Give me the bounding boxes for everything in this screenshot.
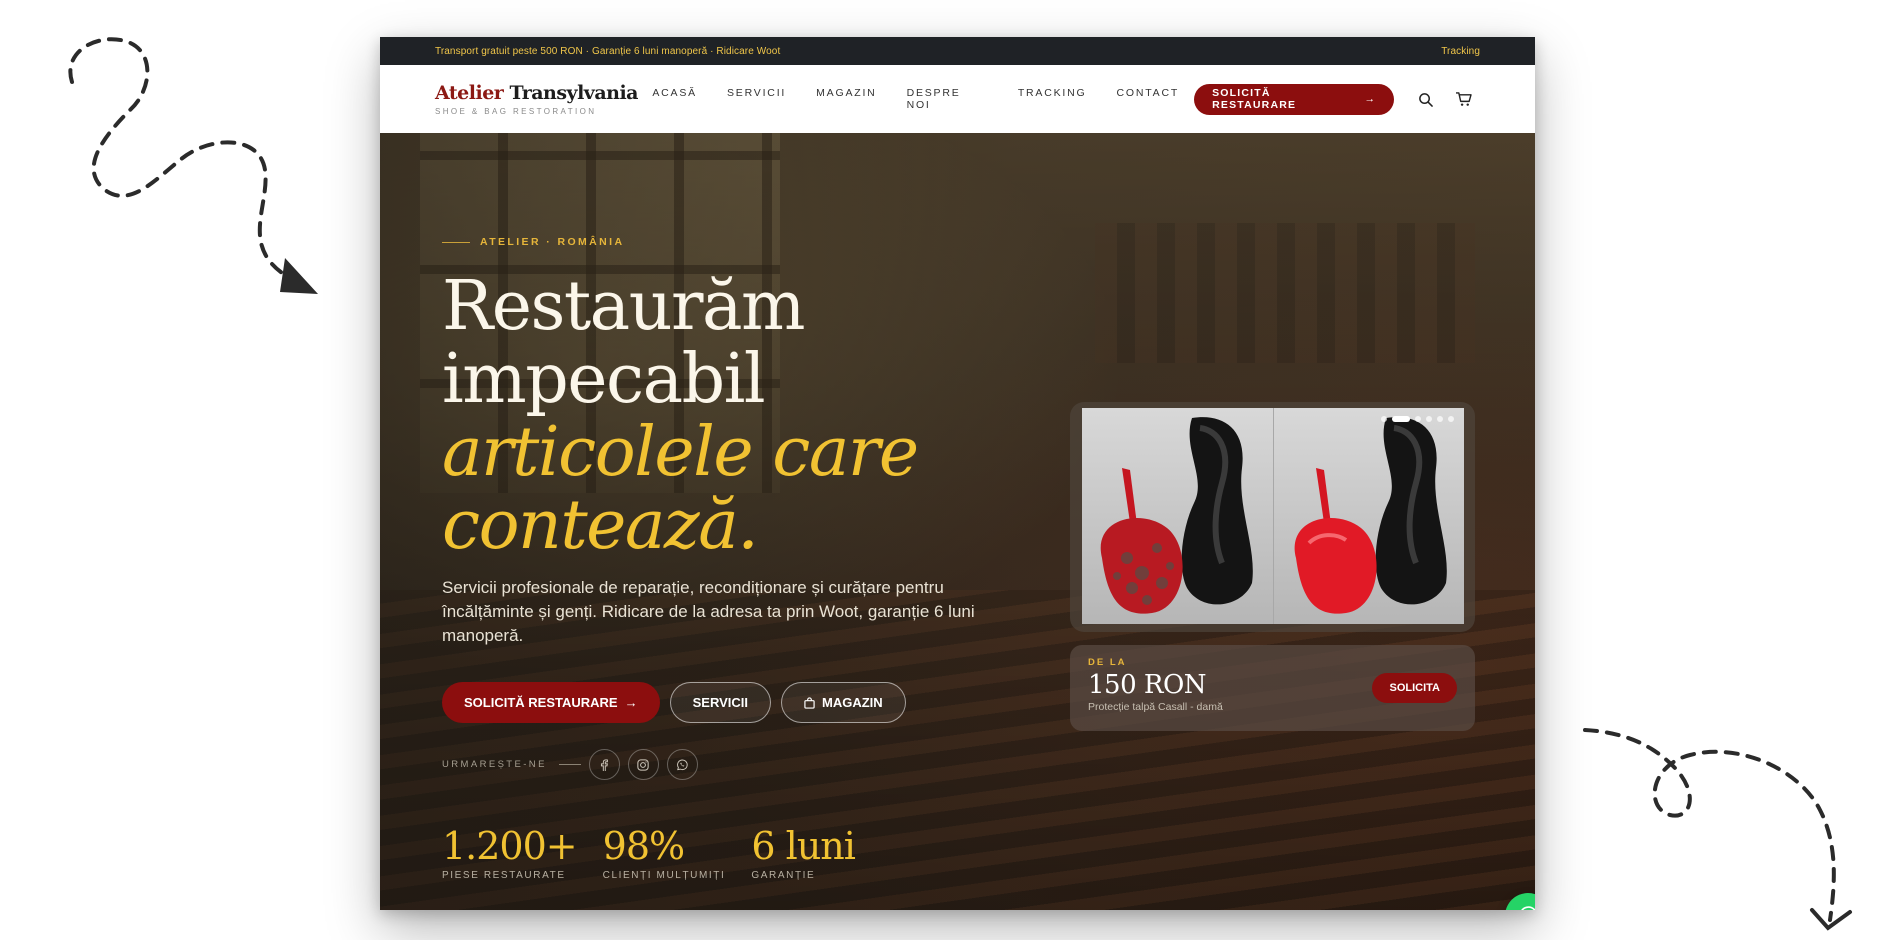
request-restoration-button-header[interactable]: SOLICITĂ RESTAURARE →	[1194, 83, 1395, 115]
services-button[interactable]: SERVICII	[669, 682, 771, 723]
price-card: DE LA 150 RON Protecție talpă Casall - d…	[1070, 645, 1475, 731]
nav-item-contact[interactable]: CONTACT	[1101, 87, 1194, 111]
carousel-dot[interactable]	[1415, 416, 1421, 422]
carousel-dot[interactable]	[1426, 416, 1432, 422]
kicker-text: ATELIER · ROMÂNIA	[480, 236, 625, 248]
arrow-right-icon: →	[624, 695, 638, 710]
carousel-dot[interactable]	[1448, 416, 1454, 422]
cart-icon	[1455, 91, 1472, 106]
restored-red-sole-heels-illustration	[1294, 417, 1447, 614]
product-gallery-card[interactable]	[1070, 402, 1475, 632]
kicker-line	[442, 241, 470, 243]
website-frame: Transport gratuit peste 500 RON · Garanț…	[380, 37, 1535, 910]
carousel-dot-active[interactable]	[1392, 416, 1410, 422]
hero-section: ATELIER · ROMÂNIA Restaurăm impecabil ar…	[380, 133, 1535, 910]
site-header: Atelier Transylvania SHOE & BAG RESTORAT…	[380, 65, 1535, 133]
tracking-link[interactable]: Tracking	[1441, 46, 1480, 57]
hero-description: Servicii profesionale de reparație, reco…	[442, 578, 975, 645]
stat-item: 6 luni GARANȚIE	[751, 824, 856, 881]
facebook-icon	[601, 758, 609, 771]
red-sole-heels-illustration	[1100, 417, 1253, 614]
logo-tagline: SHOE & BAG RESTORATION	[435, 107, 597, 116]
hero-title-line-4: contează.	[442, 486, 759, 565]
site-logo[interactable]: Atelier Transylvania SHOE & BAG RESTORAT…	[435, 82, 664, 116]
stat-value: 1.200+	[442, 824, 578, 868]
stat-item: 1.200+ PIESE RESTAURATE	[442, 824, 578, 881]
cart-button[interactable]	[1446, 82, 1480, 116]
screenshot-stage: Transport gratuit peste 500 RON · Garanț…	[0, 0, 1897, 940]
stat-value: 98%	[602, 824, 685, 868]
whatsapp-icon	[1521, 906, 1535, 910]
carousel-dot[interactable]	[1381, 416, 1387, 422]
before-shoes-image	[1082, 408, 1273, 624]
hero-title-line-1: Restaurăm	[442, 267, 806, 346]
nav-item-servicii[interactable]: SERVICII	[712, 87, 801, 111]
nav-item-tracking[interactable]: TRACKING	[1003, 87, 1102, 111]
request-restoration-button[interactable]: SOLICITĂ RESTAURARE →	[442, 682, 660, 723]
logo-main-word: Transylvania	[509, 82, 638, 104]
whatsapp-icon	[677, 759, 688, 770]
request-service-button[interactable]: SOLICITA	[1372, 673, 1457, 703]
whatsapp-link[interactable]	[666, 749, 698, 780]
nav-item-despre-noi[interactable]: DESPRE NOI	[892, 87, 1003, 111]
announcement-text: Transport gratuit peste 500 RON · Garanț…	[435, 45, 781, 57]
carousel-dot[interactable]	[1437, 416, 1443, 422]
stat-label: GARANȚIE	[751, 870, 816, 881]
hero-title-line-2: impecabil	[442, 340, 766, 419]
hero-title: Restaurăm impecabil articolele care cont…	[442, 270, 1062, 562]
social-label: URMAREȘTE-NE	[442, 759, 547, 770]
stat-value: 6 luni	[751, 824, 856, 868]
services-button-label: SERVICII	[692, 695, 748, 710]
after-shoes-image	[1272, 408, 1464, 624]
hero-title-line-3: articolele care	[442, 413, 919, 492]
facebook-link[interactable]	[588, 749, 620, 780]
main-nav: ACASĂ SERVICII MAGAZIN DESPRE NOI TRACKI…	[646, 87, 1194, 111]
search-icon	[1418, 92, 1433, 107]
stat-item: 98% CLIENȚI MULȚUMIȚI	[603, 824, 726, 881]
shopping-bag-icon	[804, 696, 815, 709]
search-button[interactable]	[1408, 82, 1442, 116]
stat-label: PIESE RESTAURATE	[442, 870, 566, 881]
before-after-photo	[1082, 408, 1464, 624]
carousel-dots	[1381, 416, 1454, 422]
instagram-icon	[637, 758, 649, 771]
nav-item-acasa[interactable]: ACASĂ	[646, 87, 712, 111]
hero-stats: 1.200+ PIESE RESTAURATE 98% CLIENȚI MULȚ…	[442, 824, 1062, 881]
nav-item-magazin[interactable]: MAGAZIN	[801, 87, 891, 111]
shop-button-label: MAGAZIN	[822, 695, 883, 710]
shop-button[interactable]: MAGAZIN	[781, 682, 906, 723]
dashed-arrow-doodle-right	[1583, 728, 1852, 931]
logo-title: Atelier Transylvania	[435, 82, 664, 104]
social-row: URMAREȘTE-NE	[442, 749, 1062, 780]
social-divider	[558, 764, 581, 765]
instagram-link[interactable]	[627, 749, 659, 780]
hero-content: ATELIER · ROMÂNIA Restaurăm impecabil ar…	[442, 236, 1062, 881]
cta-label: SOLICITĂ RESTAURARE	[1212, 87, 1297, 111]
arrow-right-icon: →	[1364, 93, 1377, 105]
stat-label: CLIENȚI MULȚUMIȚI	[602, 870, 726, 881]
announcement-bar: Transport gratuit peste 500 RON · Garanț…	[380, 37, 1535, 65]
price-kicker: DE LA	[1088, 657, 1127, 668]
primary-button-label: SOLICITĂ RESTAURARE	[464, 695, 618, 710]
hero-kicker: ATELIER · ROMÂNIA	[442, 236, 1062, 248]
logo-accent-word: Atelier	[435, 82, 504, 104]
hero-buttons: SOLICITĂ RESTAURARE → SERVICII MAGAZIN	[442, 682, 1062, 723]
dashed-arrow-doodle-left	[68, 37, 318, 294]
